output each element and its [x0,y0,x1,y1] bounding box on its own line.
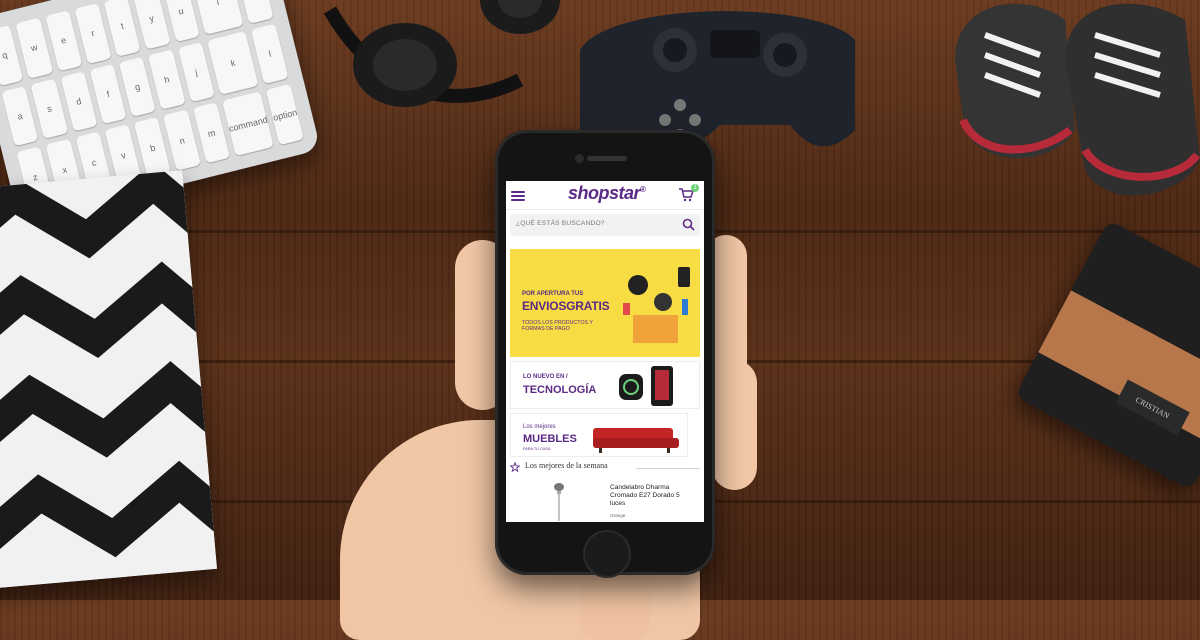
keyboard-key: option [266,84,304,146]
keyboard-key: t [103,0,141,57]
section-divider [636,468,700,469]
banner-1-line-3: TODOS LOS PRODUCTOS Y FORMAS DE PAGO [522,320,593,332]
finger [712,360,757,490]
promo-banner-technology[interactable]: LO NUEVO EN / TECNOLOGÍA [510,361,700,409]
phone-screen: shopstar® 1 ¿QUÉ ESTÁS BUSCANDO? POR APE… [506,181,704,522]
cart-badge: 1 [691,184,699,192]
keyboard-key: i [191,0,244,35]
keyboard-key: command [222,91,275,157]
promo-banner-furniture[interactable]: Los mejores MUEBLES PARA TU CASA [510,413,688,457]
section-title: Los mejores de la semana [525,461,608,470]
home-button[interactable] [583,530,631,578]
front-camera-icon [575,154,584,163]
hamburger-menu-icon[interactable] [511,191,525,201]
smartwatch-and-phone-illustration [619,366,673,406]
keyboard-key: y [133,0,171,50]
promo-banner-free-shipping[interactable]: POR APERTURA TUS ENVIOSGRATIS TODOS LOS … [510,249,700,357]
search-placeholder: ¿QUÉ ESTÁS BUSCANDO? [516,220,605,227]
search-input[interactable]: ¿QUÉ ESTÁS BUSCANDO? [510,214,700,236]
logo-text: shopstar [568,183,641,203]
product-color: Orange [610,513,626,518]
product-name: Candelabro Dharma Cromado E27 Dorado 5 l… [610,484,680,507]
gift-box-illustration [623,267,690,343]
banner-3-line-1: Los mejores [523,424,556,430]
keyboard-key: l [251,23,289,85]
speaker-grille [587,156,627,161]
search-icon[interactable] [682,218,695,231]
pillow [0,170,217,590]
banner-1-line-2: ENVIOSGRATIS [522,299,610,313]
sofa-illustration [593,428,679,453]
top-bar: shopstar® 1 [506,181,704,210]
banner-2-line-2: TECNOLOGÍA [523,384,597,396]
star-icon [510,462,520,472]
banner-1-line-1: POR APERTURA TUS [522,291,584,297]
headphones [323,0,560,107]
sneakers [955,3,1200,196]
product-card[interactable]: Candelabro Dharma Cromado E27 Dorado 5 l… [510,481,700,522]
banner-3-line-2: MUEBLES [523,433,577,445]
product-image [554,483,564,521]
keyboard-key: k [206,30,260,96]
banner-3-line-3: PARA TU CASA [523,447,551,451]
banner-2-line-1: LO NUEVO EN / [523,374,568,380]
logo[interactable]: shopstar® [568,183,646,207]
section-header: Los mejores de la semana [510,461,700,475]
pillow-pattern [0,170,217,590]
logo-mark: ® [640,185,646,194]
wallet: CRISTIAN [1014,219,1200,491]
